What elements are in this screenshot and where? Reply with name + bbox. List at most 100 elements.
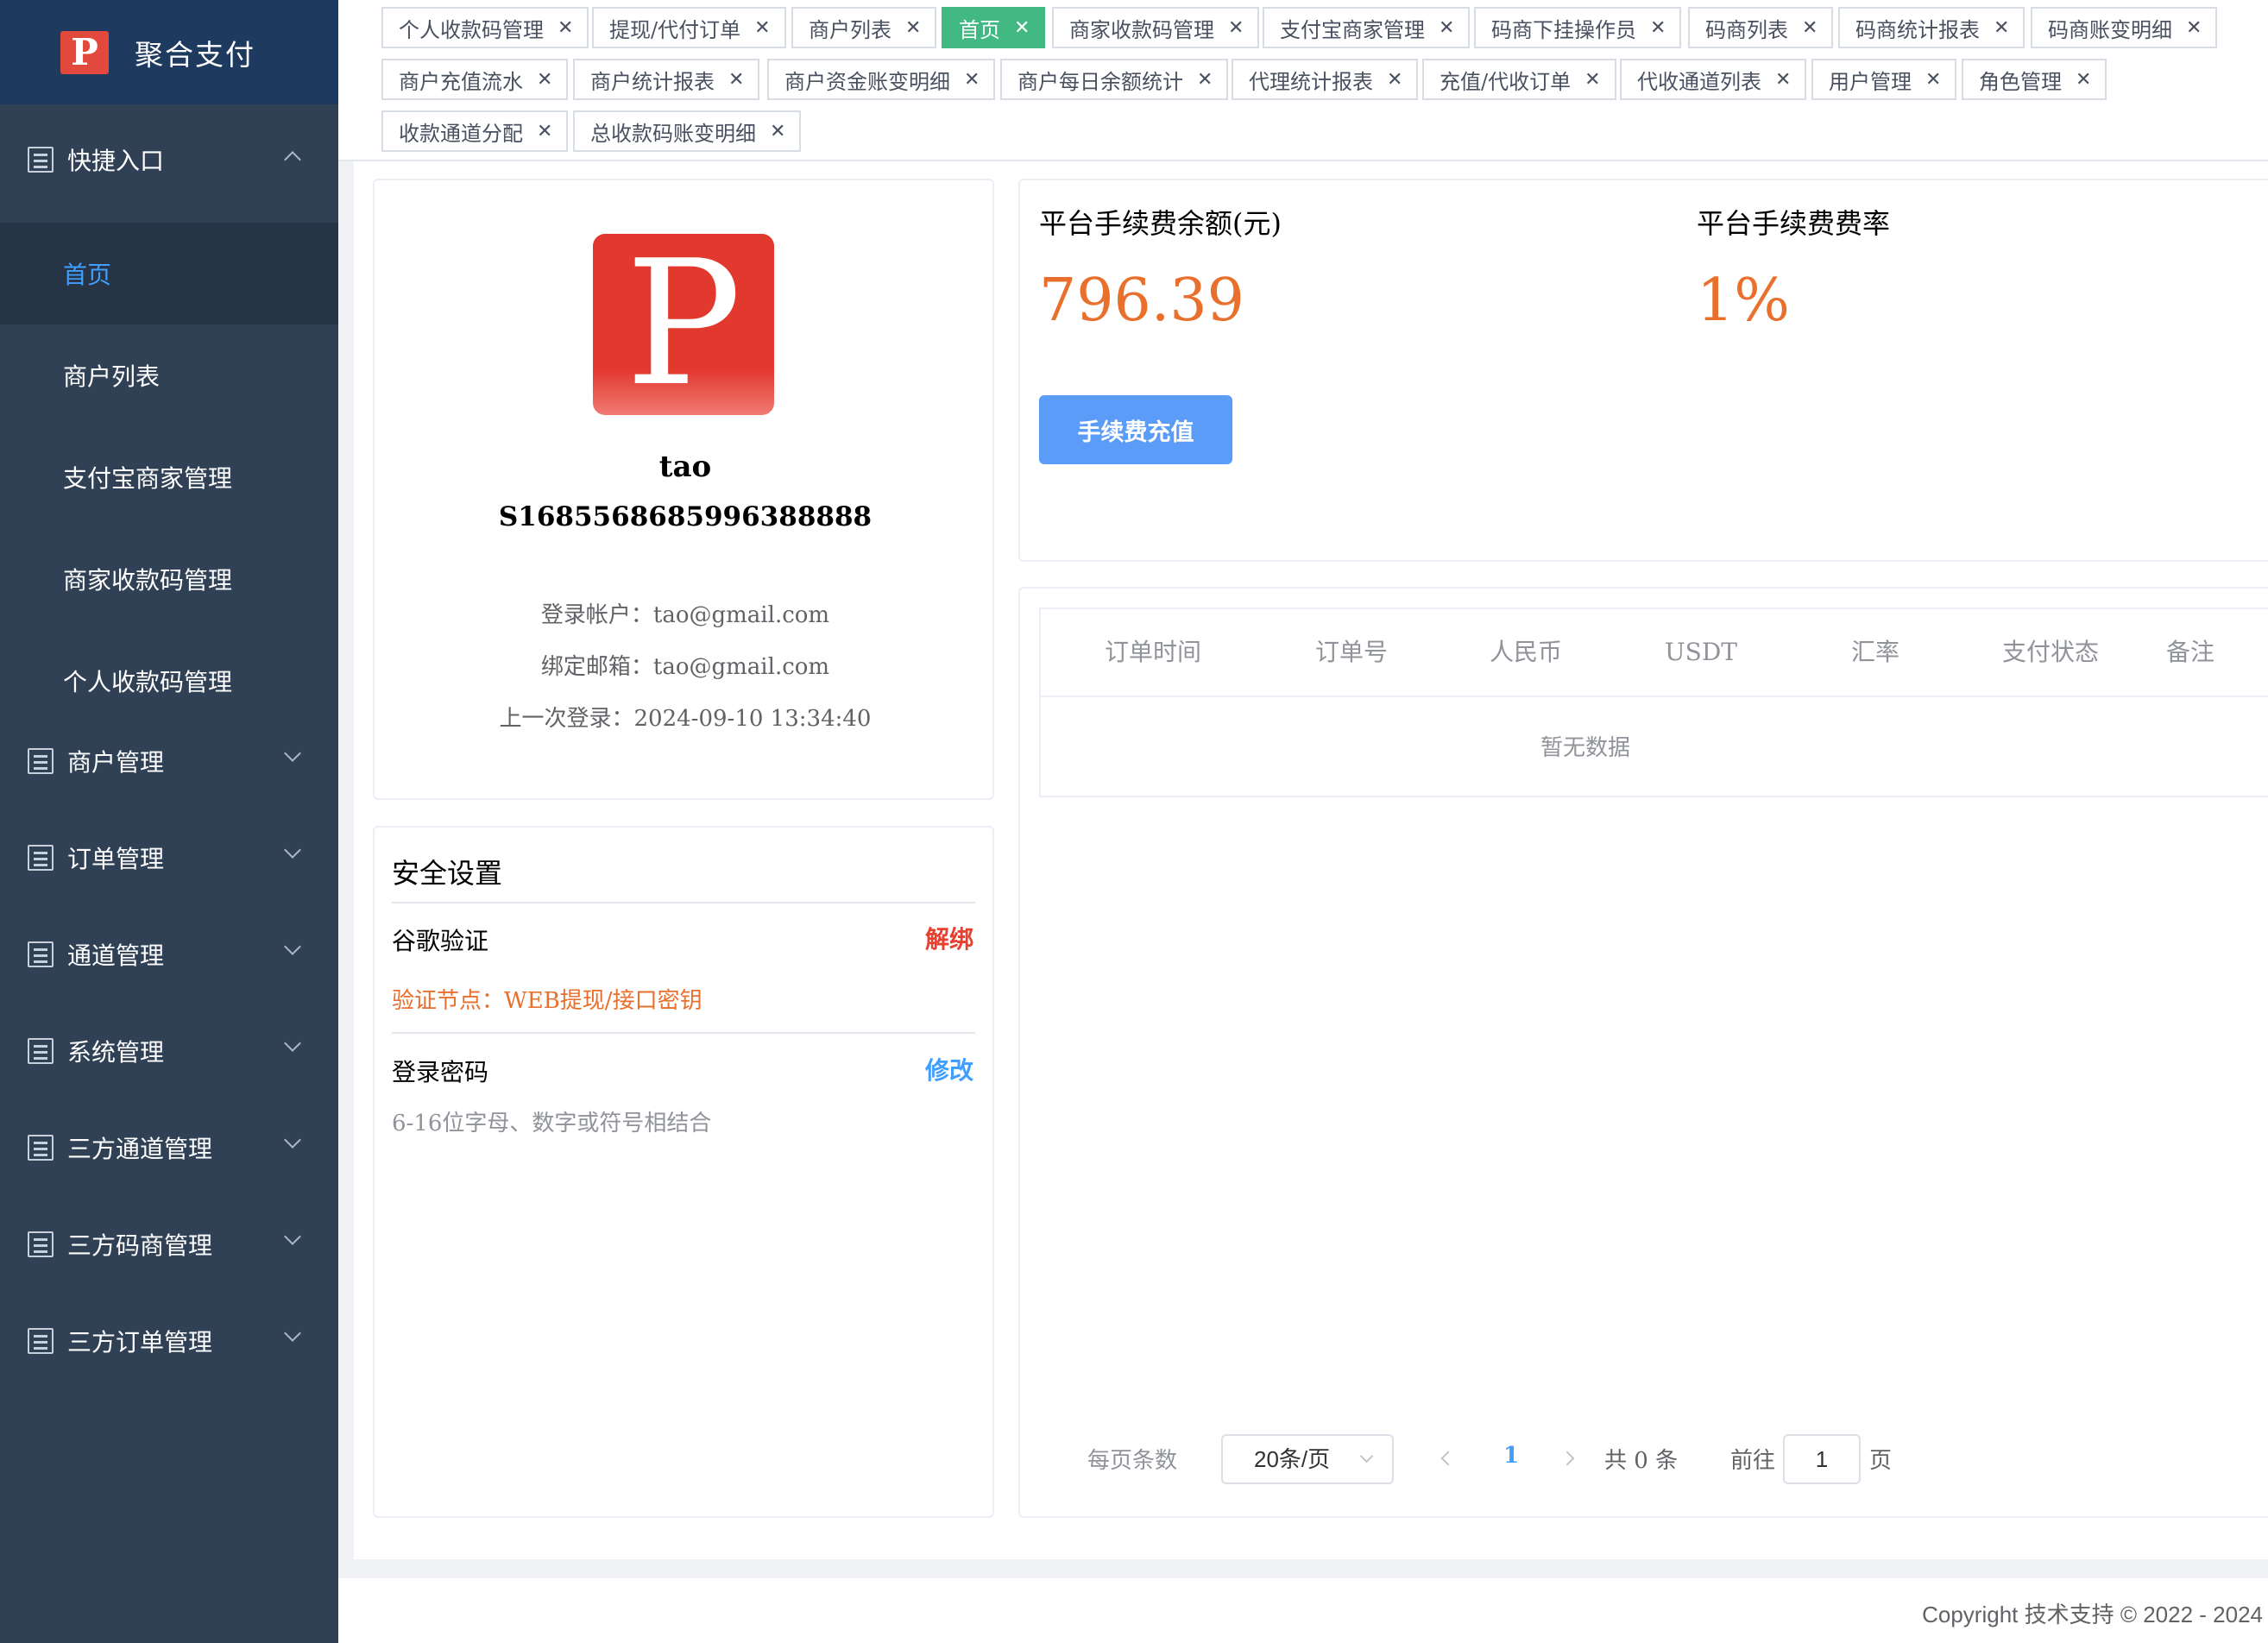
close-icon[interactable]: ✕ [964, 69, 980, 91]
close-icon[interactable]: ✕ [2186, 17, 2202, 39]
tag-user-management[interactable]: 用户管理 ✕ [1811, 59, 1957, 100]
divider [392, 1032, 975, 1034]
unbind-google-auth-link[interactable]: 解绑 [925, 921, 973, 955]
tag-agent-report[interactable]: 代理统计报表 ✕ [1232, 59, 1419, 100]
sidebar-item-merchant-list[interactable]: 商户列表 [0, 324, 338, 426]
sidebar: P 聚合支付 快捷入口 首页 商户列表 支付宝商家管理 商家收款码管理 个人收款… [0, 0, 338, 1643]
menu-group-third-party-channels[interactable]: 三方通道管理 [0, 1099, 338, 1196]
menu-group-quick-access[interactable]: 快捷入口 [0, 111, 338, 208]
next-page-icon[interactable] [1559, 1451, 1575, 1466]
chevron-down-icon [1359, 1449, 1374, 1464]
goto-page-input[interactable] [1783, 1434, 1861, 1484]
tag-label: 商户统计报表 [590, 69, 715, 94]
tag-merchant-recharge-flow[interactable]: 商户充值流水 ✕ [381, 59, 569, 100]
current-page[interactable]: 1 [1503, 1443, 1519, 1469]
column-payment-status[interactable]: 支付状态 [1956, 609, 2145, 696]
close-icon[interactable]: ✕ [1387, 69, 1402, 91]
tag-role-management[interactable]: 角色管理 ✕ [1962, 59, 2107, 100]
tag-label: 码商列表 [1705, 17, 1788, 42]
chevron-down-icon [284, 1035, 301, 1052]
close-icon[interactable]: ✕ [770, 121, 785, 142]
tag-merchant-fund-ledger[interactable]: 商户资金账变明细 ✕ [767, 59, 996, 100]
close-icon[interactable]: ✕ [1014, 17, 1030, 39]
close-icon[interactable]: ✕ [1197, 69, 1213, 91]
tag-alipay-merchant[interactable]: 支付宝商家管理 ✕ [1263, 7, 1471, 48]
brand-logo: P [60, 30, 109, 74]
menu-group-system[interactable]: 系统管理 [0, 1003, 338, 1099]
menu-group-channels[interactable]: 通道管理 [0, 906, 338, 1003]
tag-channel-assignment[interactable]: 收款通道分配 ✕ [381, 110, 569, 152]
brand[interactable]: P 聚合支付 [0, 0, 338, 104]
tag-label: 商户充值流水 [399, 69, 523, 94]
close-icon[interactable]: ✕ [1994, 17, 2009, 39]
tag-personal-qrcode[interactable]: 个人收款码管理 ✕ [381, 7, 589, 48]
column-order-no[interactable]: 订单号 [1257, 609, 1446, 696]
prev-page-icon[interactable] [1440, 1451, 1456, 1466]
close-icon[interactable]: ✕ [1584, 69, 1600, 91]
tag-merchant-qrcode[interactable]: 商家收款码管理 ✕ [1052, 7, 1260, 48]
tag-code-merchant-report[interactable]: 码商统计报表 ✕ [1838, 7, 2025, 48]
tag-label: 收款通道分配 [399, 121, 523, 146]
fee-rate-value: 1% [1697, 267, 1790, 335]
column-rmb[interactable]: 人民币 [1431, 609, 1621, 696]
copyright: Copyright 技术支持 © 2022 - 2024 [1922, 1602, 2263, 1627]
close-icon[interactable]: ✕ [1802, 17, 1818, 39]
tag-home[interactable]: 首页 ✕ [942, 7, 1046, 48]
menu-group-third-party-code-merchants[interactable]: 三方码商管理 [0, 1196, 338, 1293]
column-exchange-rate[interactable]: 汇率 [1780, 609, 1970, 696]
fee-rate-label: 平台手续费费率 [1697, 207, 1891, 240]
close-icon[interactable]: ✕ [905, 17, 921, 39]
tag-label: 总收款码账变明细 [590, 121, 756, 146]
close-icon[interactable]: ✕ [558, 17, 573, 39]
tag-label: 个人收款码管理 [399, 17, 544, 42]
menu-group-third-party-orders[interactable]: 三方订单管理 [0, 1293, 338, 1389]
tag-code-merchant-list[interactable]: 码商列表 ✕ [1688, 7, 1834, 48]
menu-group-merchant[interactable]: 商户管理 [0, 713, 338, 809]
tag-label: 提现/代付订单 [609, 17, 741, 42]
chevron-up-icon [284, 151, 301, 168]
sidebar-item-merchant-qrcode[interactable]: 商家收款码管理 [0, 528, 338, 630]
fee-balance-value: 796.39 [1039, 267, 1244, 335]
recharge-fee-button[interactable]: 手续费充值 [1039, 395, 1232, 464]
tag-label: 商户列表 [809, 17, 891, 42]
sidebar-item-home[interactable]: 首页 [0, 223, 338, 324]
tag-collection-channels[interactable]: 代收通道列表 ✕ [1620, 59, 1807, 100]
close-icon[interactable]: ✕ [2076, 69, 2091, 91]
bound-email: 绑定邮箱：tao@gmail.com [540, 654, 830, 680]
list-icon [28, 1135, 54, 1161]
close-icon[interactable]: ✕ [1228, 17, 1244, 39]
list-icon [28, 1038, 54, 1064]
chevron-down-icon [284, 938, 301, 955]
tag-withdraw-orders[interactable]: 提现/代付订单 ✕ [592, 7, 786, 48]
close-icon[interactable]: ✕ [1775, 69, 1791, 91]
tag-code-merchant-operators[interactable]: 码商下挂操作员 ✕ [1474, 7, 1682, 48]
tag-merchant-daily-balance[interactable]: 商户每日余额统计 ✕ [1000, 59, 1229, 100]
menu-group-orders[interactable]: 订单管理 [0, 809, 338, 906]
close-icon[interactable]: ✕ [1650, 17, 1666, 39]
close-icon[interactable]: ✕ [754, 17, 770, 39]
page-size-select[interactable]: 20条/页 [1221, 1434, 1394, 1484]
menu-group-label: 快捷入口 [67, 147, 165, 175]
per-page-label: 每页条数 [1087, 1448, 1178, 1474]
tag-total-qrcode-ledger[interactable]: 总收款码账变明细 ✕ [573, 110, 802, 152]
change-password-link[interactable]: 修改 [925, 1052, 973, 1086]
menu-group-label: 通道管理 [67, 941, 165, 970]
close-icon[interactable]: ✕ [728, 69, 744, 91]
chevron-down-icon [284, 841, 301, 859]
close-icon[interactable]: ✕ [1439, 17, 1454, 39]
main-bottom-gutter [338, 1559, 2268, 1578]
close-icon[interactable]: ✕ [537, 121, 552, 142]
profile-card: P tao S1685568685996388888 登录帐户：tao@gmai… [373, 179, 994, 800]
close-icon[interactable]: ✕ [537, 69, 552, 91]
column-remark[interactable]: 备注 [2147, 609, 2251, 696]
sidebar-item-alipay-merchant[interactable]: 支付宝商家管理 [0, 426, 338, 528]
tag-merchant-list[interactable]: 商户列表 ✕ [791, 7, 937, 48]
tag-recharge-orders[interactable]: 充值/代收订单 ✕ [1422, 59, 1616, 100]
tag-code-merchant-ledger[interactable]: 码商账变明细 ✕ [2031, 7, 2218, 48]
tag-label: 支付宝商家管理 [1280, 17, 1425, 42]
tag-merchant-report[interactable]: 商户统计报表 ✕ [573, 59, 760, 100]
column-order-time[interactable]: 订单时间 [1058, 609, 1248, 696]
column-usdt[interactable]: USDT [1606, 609, 1796, 696]
close-icon[interactable]: ✕ [1925, 69, 1941, 91]
tag-label: 商户资金账变明细 [784, 69, 950, 94]
